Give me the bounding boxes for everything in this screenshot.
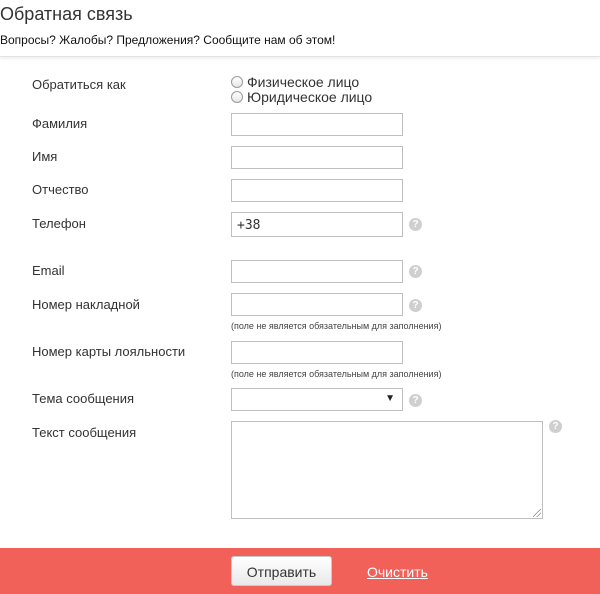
email-help-icon[interactable]: ? xyxy=(409,265,422,278)
radio-legal-entity-label: Юридическое лицо xyxy=(247,89,373,105)
radio-individual-label: Физическое лицо xyxy=(247,74,360,90)
send-button[interactable]: Отправить xyxy=(231,556,332,586)
message-help-icon[interactable]: ? xyxy=(549,420,562,433)
contact-as-label: Обратиться как xyxy=(32,77,126,92)
phone-help-icon[interactable]: ? xyxy=(409,218,422,231)
waybill-help-icon[interactable]: ? xyxy=(409,299,422,312)
loyalty-card-label: Номер карты лояльности xyxy=(32,344,186,359)
caret-down-icon: ▼ xyxy=(385,393,395,404)
radio-legal-entity[interactable]: Юридическое лицо xyxy=(231,89,372,105)
phone-label: Телефон xyxy=(32,216,86,231)
message-textarea[interactable] xyxy=(231,421,543,519)
email-label: Email xyxy=(32,263,65,278)
radio-individual[interactable]: Физическое лицо xyxy=(231,74,359,90)
page-subtitle: Вопросы? Жалобы? Предложения? Сообщите н… xyxy=(0,33,336,47)
form-footer: Отправить Очистить xyxy=(0,548,600,594)
radio-individual-control[interactable] xyxy=(231,76,243,89)
phone-input[interactable]: +38 xyxy=(231,212,403,237)
subject-label: Тема сообщения xyxy=(32,391,135,406)
radio-legal-entity-control[interactable] xyxy=(231,91,243,104)
message-label: Текст сообщения xyxy=(32,425,137,440)
clear-link[interactable]: Очистить xyxy=(367,564,428,580)
loyalty-card-input[interactable] xyxy=(231,341,403,364)
surname-label: Фамилия xyxy=(32,116,88,131)
waybill-label: Номер накладной xyxy=(32,297,140,312)
page-header: Обратная связь Вопросы? Жалобы? Предложе… xyxy=(0,0,600,57)
patronymic-input[interactable] xyxy=(231,179,403,202)
waybill-hint: (поле не является обязательным для запол… xyxy=(231,321,442,331)
name-label: Имя xyxy=(32,149,58,164)
loyalty-card-hint: (поле не является обязательным для запол… xyxy=(231,369,442,379)
page-title: Обратная связь xyxy=(0,4,133,24)
subject-help-icon[interactable]: ? xyxy=(409,394,422,407)
resize-handle-icon[interactable] xyxy=(533,509,541,517)
patronymic-label: Отчество xyxy=(32,182,89,197)
email-input[interactable] xyxy=(231,260,403,283)
subject-select[interactable]: ▼ xyxy=(231,388,403,411)
surname-input[interactable] xyxy=(231,113,403,136)
waybill-input[interactable] xyxy=(231,293,403,316)
name-input[interactable] xyxy=(231,146,403,169)
